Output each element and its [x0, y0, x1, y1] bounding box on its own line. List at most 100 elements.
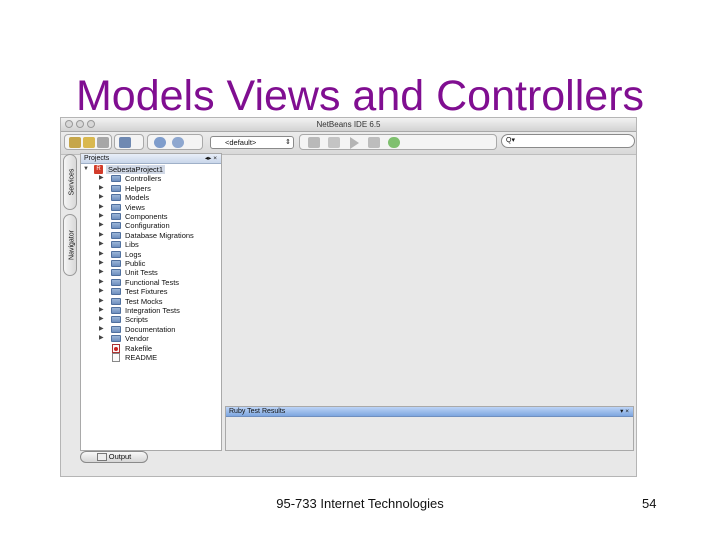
tree-item-label: Scripts: [125, 315, 148, 325]
file-toolbar-group: [64, 134, 112, 150]
folder-icon: [111, 222, 121, 230]
folder-icon: [111, 325, 121, 333]
folder-icon: [111, 241, 121, 249]
collapsed-triangle-icon[interactable]: ▶: [99, 334, 104, 343]
debug-icon[interactable]: [368, 137, 380, 148]
tree-item-label: Public: [125, 259, 146, 268]
tree-item-label: Vendor: [125, 334, 149, 344]
run-toolbar-group: [299, 134, 497, 150]
search-input[interactable]: Q▾: [501, 134, 635, 148]
run-icon[interactable]: [350, 137, 359, 149]
tree-item-label: Documentation: [125, 324, 176, 334]
save-all-icon[interactable]: [119, 137, 131, 148]
folder-icon: [111, 231, 121, 239]
navigator-tab-label: Navigator: [68, 230, 76, 260]
tree-item-label: Configuration: [125, 221, 170, 231]
collapsed-triangle-icon[interactable]: ▶: [99, 212, 104, 221]
collapsed-triangle-icon[interactable]: ▶: [99, 250, 104, 259]
folder-icon: [111, 184, 121, 192]
collapsed-triangle-icon[interactable]: ▶: [99, 268, 104, 277]
folder-icon: [111, 269, 121, 277]
collapsed-triangle-icon[interactable]: ▶: [99, 315, 104, 324]
tree-item-label: Integration Tests: [125, 306, 180, 315]
tree-item-label: Test Fixtures: [125, 287, 168, 297]
output-tab-label: Output: [108, 452, 132, 461]
folder-icon: [111, 288, 121, 296]
collapsed-triangle-icon[interactable]: ▶: [99, 287, 104, 296]
projects-panel-header: Projects ◂▸ ×: [81, 154, 221, 164]
collapsed-triangle-icon[interactable]: ▶: [99, 240, 104, 249]
slide-footer: 95-733 Internet Technologies: [276, 496, 444, 511]
tree-item-label: Helpers: [125, 183, 151, 193]
tree-item-label: Views: [125, 202, 145, 212]
build-icon[interactable]: [308, 137, 320, 148]
folder-icon: [111, 175, 121, 183]
folder-icon: [111, 316, 121, 324]
tree-item-label: Database Migrations: [125, 230, 194, 240]
ruby-project-icon: R: [94, 165, 103, 174]
collapsed-triangle-icon[interactable]: ▶: [99, 278, 104, 287]
open-project-icon[interactable]: [97, 137, 109, 148]
folder-icon: [111, 297, 121, 305]
netbeans-window: NetBeans IDE 6.5 <default> ⇕ Q▾ Services…: [60, 117, 637, 477]
project-name: SebestaProject1: [106, 165, 166, 174]
redo-icon[interactable]: [172, 137, 184, 148]
folder-icon: [111, 278, 121, 286]
collapsed-triangle-icon[interactable]: ▶: [99, 231, 104, 240]
services-tab[interactable]: Services: [63, 154, 77, 210]
folder-icon: [111, 250, 121, 258]
collapsed-triangle-icon[interactable]: ▶: [99, 259, 104, 268]
folder-icon: [111, 260, 121, 267]
navigator-tab[interactable]: Navigator: [63, 214, 77, 276]
output-window-icon: [96, 453, 107, 462]
tree-item-label: Functional Tests: [125, 277, 180, 287]
tree-item-label: Components: [125, 212, 168, 221]
folder-icon: [111, 203, 121, 211]
results-panel-controls-icon[interactable]: ▾ ×: [620, 407, 629, 416]
save-toolbar-group: [114, 134, 144, 150]
slide-title: Models Views and Controllers: [75, 72, 645, 120]
panel-close-icon[interactable]: ◂▸ ×: [205, 154, 217, 163]
collapsed-triangle-icon[interactable]: ▶: [99, 221, 104, 230]
collapsed-triangle-icon[interactable]: ▶: [99, 325, 104, 334]
folder-icon: [111, 307, 121, 314]
collapsed-triangle-icon[interactable]: ▶: [99, 306, 104, 315]
file-icon: [112, 353, 120, 362]
results-panel-header: Ruby Test Results ▾ ×: [226, 407, 633, 417]
ruby-file-icon: [112, 343, 120, 353]
services-tab-label: Services: [68, 168, 76, 196]
projects-panel: Projects ◂▸ × ▼ R SebestaProject1 ▶ Contr…: [80, 153, 222, 451]
collapsed-triangle-icon[interactable]: ▶: [99, 203, 104, 212]
collapsed-triangle-icon[interactable]: ▶: [99, 297, 104, 306]
main-toolbar: <default> ⇕ Q▾: [61, 132, 636, 155]
tree-item-label: Logs: [125, 249, 142, 259]
tree-item-label: Controllers: [125, 174, 162, 184]
folder-icon: [111, 335, 121, 343]
output-tab[interactable]: Output: [80, 451, 148, 463]
configuration-select[interactable]: <default> ⇕: [210, 136, 294, 149]
configuration-value: <default>: [225, 138, 257, 147]
expanded-triangle-icon[interactable]: ▼: [83, 165, 89, 174]
folder-icon: [111, 213, 121, 220]
tree-item-label: Libs: [125, 240, 139, 250]
edit-toolbar-group: [147, 134, 203, 150]
new-project-icon[interactable]: [83, 137, 95, 148]
projects-panel-title: Projects: [84, 155, 110, 162]
tree-item-label: Test Mocks: [125, 296, 163, 306]
window-title: NetBeans IDE 6.5: [316, 120, 381, 129]
window-titlebar: NetBeans IDE 6.5: [61, 118, 636, 132]
collapsed-triangle-icon[interactable]: ▶: [99, 184, 104, 193]
folder-icon: [111, 194, 121, 202]
slide-page-number: 54: [642, 496, 657, 511]
profile-icon[interactable]: [388, 137, 400, 148]
tree-item-label: Rakefile: [125, 343, 153, 353]
tree-item-label: Models: [125, 193, 150, 203]
collapsed-triangle-icon[interactable]: ▶: [99, 174, 104, 183]
collapsed-triangle-icon[interactable]: ▶: [99, 193, 104, 202]
select-arrows-icon: ⇕: [285, 139, 291, 146]
ruby-test-results-panel: Ruby Test Results ▾ ×: [225, 406, 634, 451]
clean-build-icon[interactable]: [328, 137, 340, 148]
new-file-icon[interactable]: [69, 137, 81, 148]
undo-icon[interactable]: [154, 137, 166, 148]
tree-item-label: README: [125, 353, 158, 362]
